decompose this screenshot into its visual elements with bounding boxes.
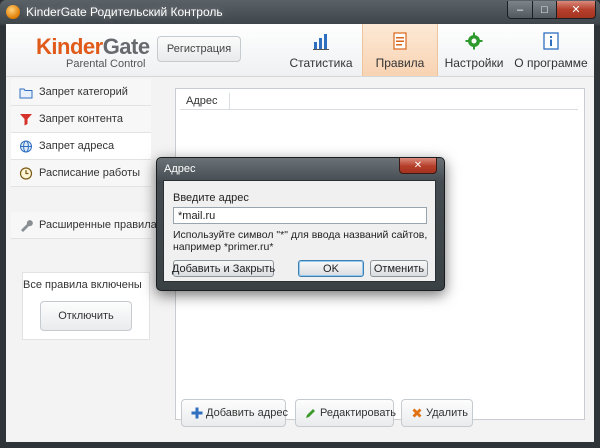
register-button[interactable]: Регистрация [157, 36, 241, 62]
close-button[interactable]: ✕ [556, 1, 596, 19]
cross-icon [412, 408, 422, 418]
tab-about-label: О программе [514, 56, 588, 70]
folder-icon [19, 88, 33, 99]
list-header: Адрес [180, 93, 578, 110]
rules-document-icon [393, 32, 407, 50]
app-header: KinderGate Parental Control Регистрация … [6, 24, 594, 77]
add-and-close-button[interactable]: Добавить и Закрыть [172, 260, 275, 277]
sidebar-item-content[interactable]: Запрет контента [11, 106, 151, 133]
logo-subtitle: Parental Control [66, 58, 146, 70]
logo-gate-text: Gate [102, 34, 150, 59]
info-icon [543, 32, 559, 50]
tab-settings-label: Настройки [444, 56, 504, 70]
address-prompt-label: Введите адрес [173, 192, 249, 204]
clock-icon [19, 167, 33, 180]
filter-icon [20, 114, 32, 126]
sidebar-item-address[interactable]: Запрет адреса [11, 133, 151, 160]
ok-button[interactable]: OK [298, 260, 364, 277]
sidebar-item-label: Запрет адреса [39, 140, 115, 152]
sidebar: Запрет категорий Запрет контента Запрет … [11, 79, 157, 424]
add-address-button[interactable]: Добавить адрес [181, 399, 288, 427]
sidebar-item-label: Расписание работы [39, 167, 141, 179]
title-bar[interactable]: KinderGate Родительский Контроль – □ ✕ [0, 0, 600, 24]
minimize-button[interactable]: – [507, 1, 533, 19]
rules-status-text: Все правила включены [23, 279, 142, 291]
sidebar-item-label: Запрет категорий [39, 86, 128, 98]
tab-rules[interactable]: Правила [362, 24, 438, 76]
tab-statistics-label: Статистика [289, 56, 353, 70]
dialog-close-button[interactable]: ✕ [399, 158, 437, 174]
sidebar-item-advanced[interactable]: Расширенные правила [11, 212, 157, 239]
logo: KinderGate [36, 34, 150, 60]
cancel-button[interactable]: Отменить [370, 260, 428, 277]
add-address-label: Добавить адрес [206, 407, 288, 419]
maximize-button[interactable]: □ [532, 1, 557, 19]
plus-icon [191, 407, 203, 419]
address-input[interactable] [173, 207, 427, 224]
disable-rules-button[interactable]: Отключить [40, 301, 132, 331]
tab-rules-label: Правила [375, 56, 425, 70]
dialog-title: Адрес [164, 163, 196, 175]
tab-settings[interactable]: Настройки [442, 24, 506, 76]
tab-about[interactable]: О программе [512, 24, 590, 76]
address-hint-text: Используйте символ "*" для ввода названи… [173, 229, 428, 253]
tab-statistics[interactable]: Статистика [288, 24, 354, 76]
address-dialog: Адрес ✕ Введите адрес Используйте символ… [156, 157, 445, 291]
edit-button[interactable]: Редактировать [295, 399, 396, 427]
delete-label: Удалить [426, 407, 468, 419]
globe-icon [20, 140, 32, 153]
sidebar-item-categories[interactable]: Запрет категорий [11, 79, 151, 106]
bar-chart-icon [313, 34, 329, 50]
wrench-icon [21, 220, 33, 232]
edit-label: Редактировать [320, 407, 396, 419]
dialog-body: Введите адрес Используйте символ "*" для… [163, 180, 436, 282]
delete-button[interactable]: Удалить [401, 399, 473, 427]
sidebar-item-label: Запрет контента [39, 113, 123, 125]
window-title: KinderGate Родительский Контроль [26, 5, 223, 19]
app-icon[interactable] [6, 5, 20, 19]
column-header-address[interactable]: Адрес [180, 93, 230, 109]
gear-icon [465, 32, 483, 50]
sidebar-item-label: Расширенные правила [39, 219, 157, 231]
sidebar-item-schedule[interactable]: Расписание работы [11, 160, 151, 187]
pencil-icon [306, 409, 315, 418]
logo-kinder-text: Kinder [36, 34, 103, 59]
